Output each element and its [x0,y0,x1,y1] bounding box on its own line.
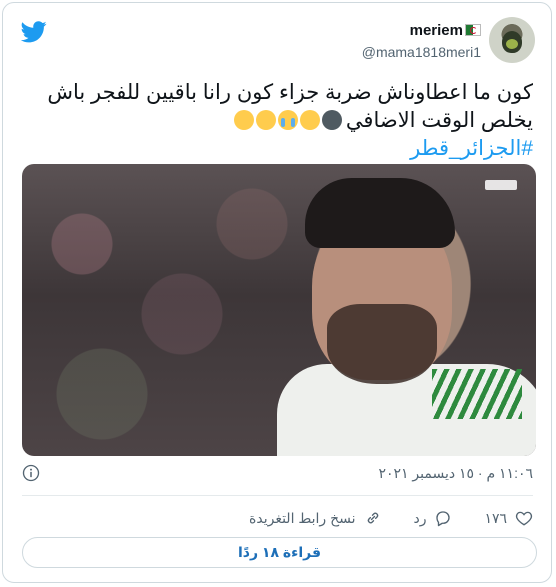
twitter-logo-icon[interactable] [21,21,47,43]
heart-icon [515,511,533,526]
like-count: ١٧٦ [484,509,507,526]
avatar-leaf [506,39,518,49]
read-replies-button[interactable]: قراءة ١٨ ردًا [22,537,537,568]
display-name-text: meriem [409,22,463,39]
joy-emoji-icon [233,110,254,130]
joy-emoji-icon [255,110,276,130]
joy-emoji-icon [299,110,320,130]
meta-row: ١١:٠٦ م · ١٥ ديسمبر ٢٠٢١ [22,461,533,485]
tweet-media-image[interactable] [22,164,536,456]
avatar[interactable] [489,17,535,63]
tweet-text: كون ما اعطاوناش ضربة جزاء كون رانا باقيي… [21,79,533,163]
user-handle[interactable]: @mama1818meri1 [362,43,481,61]
divider [22,495,533,496]
media-jersey-stripes [432,369,522,419]
media-hair [305,178,455,248]
link-icon [367,512,378,524]
like-button[interactable]: ١٧٦ [484,509,533,527]
tweet-card: meriem @mama1818meri1 كون ما اعطاوناش ضر… [2,2,552,583]
info-icon[interactable] [22,464,40,482]
emoji-group [233,110,342,130]
loudly-crying-emoji-icon [277,110,298,130]
user-block[interactable]: meriem @mama1818meri1 [362,21,481,61]
display-name[interactable]: meriem [362,21,481,41]
copy-link-button[interactable]: نسخ رابط التغريدة [249,509,381,527]
reply-icon [436,511,451,527]
reply-button[interactable]: رد [413,509,452,527]
broadcaster-logo [485,180,517,190]
actions-row: ١٧٦ رد نسخ رابط التغريدة [249,506,533,530]
media-beard [327,304,437,384]
read-replies-label: قراءة ١٨ ردًا [237,544,322,560]
hashtag-link[interactable]: #الجزائر_قطر [410,137,533,160]
copy-link-label: نسخ رابط التغريدة [249,509,356,526]
new-moon-face-icon [321,110,342,130]
tweet-timestamp[interactable]: ١١:٠٦ م · ١٥ ديسمبر ٢٠٢١ [378,465,533,482]
algeria-flag-icon [465,24,481,36]
reply-label: رد [413,509,427,526]
